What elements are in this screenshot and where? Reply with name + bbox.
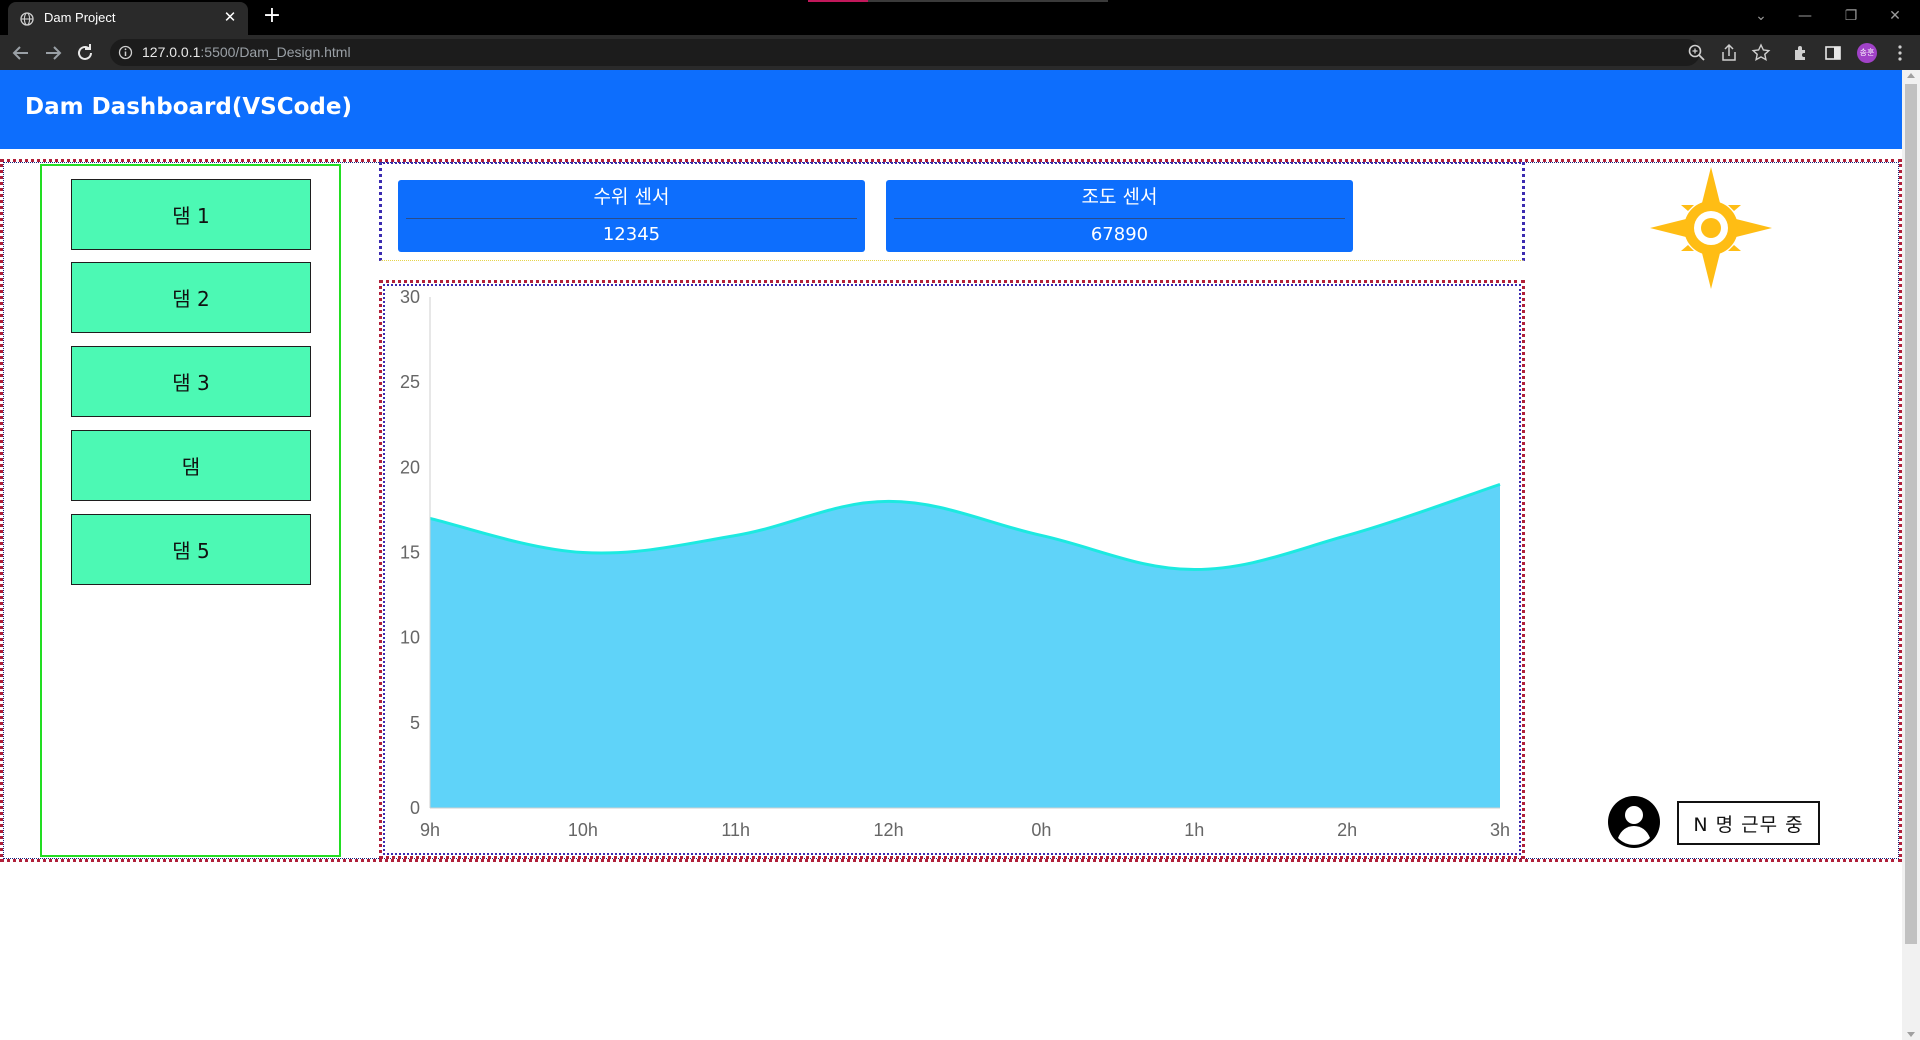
address-bar[interactable]: 127.0.0.1:5500/Dam_Design.html	[110, 39, 1700, 66]
extensions-icon[interactable]	[1791, 43, 1811, 63]
y-tick-label: 15	[400, 543, 420, 563]
on-duty-status: N 명 근무 중	[1677, 801, 1820, 845]
tab-search-icon[interactable]: ⌄	[1746, 4, 1776, 28]
y-tick-label: 5	[410, 713, 420, 733]
dam-button-2[interactable]: 댐 2	[71, 262, 311, 333]
reload-icon[interactable]	[73, 41, 97, 65]
site-info-icon[interactable]	[118, 45, 133, 60]
more-menu-icon[interactable]	[1890, 43, 1910, 63]
restore-icon[interactable]: ❐	[1836, 4, 1866, 28]
zoom-icon[interactable]	[1687, 43, 1707, 63]
scroll-up-icon[interactable]	[1907, 73, 1915, 78]
x-tick-label: 2h	[1337, 820, 1357, 840]
page-title: Dam Dashboard(VSCode)	[25, 94, 352, 120]
url-host: 127.0.0.1	[142, 44, 201, 60]
new-tab-button[interactable]: +	[260, 5, 284, 29]
tab-strip-accent	[808, 0, 1108, 2]
globe-icon	[20, 12, 34, 26]
dam-button-1[interactable]: 댐 1	[71, 179, 311, 250]
dam-button-5[interactable]: 댐 5	[71, 514, 311, 585]
dam-button-3[interactable]: 댐 3	[71, 346, 311, 417]
y-tick-label: 30	[400, 287, 420, 307]
y-tick-label: 10	[400, 628, 420, 648]
browser-toolbar: 127.0.0.1:5500/Dam_Design.html 송훈	[0, 35, 1920, 70]
window-close-icon[interactable]: ✕	[1880, 4, 1910, 28]
profile-avatar[interactable]: 송훈	[1857, 43, 1877, 63]
x-tick-label: 9h	[420, 820, 440, 840]
x-tick-label: 3h	[1490, 820, 1510, 840]
bookmark-star-icon[interactable]	[1751, 43, 1771, 63]
url-path: :5500/Dam_Design.html	[200, 44, 351, 60]
scroll-down-icon[interactable]	[1907, 1032, 1915, 1037]
tab-title: Dam Project	[44, 10, 116, 25]
sensor-divider	[406, 218, 857, 219]
sensor-label: 수위 센서	[593, 186, 670, 208]
user-avatar-icon	[1608, 796, 1660, 848]
water-level-area-chart: 0 5 10 15 20 25 30 9h 10h 11h 12h 0h 1h 2h 3h	[400, 287, 1510, 840]
side-panel-icon[interactable]	[1823, 43, 1843, 63]
sensor-value: 67890	[1090, 224, 1149, 245]
sensor-divider	[894, 218, 1345, 219]
browser-tab[interactable]: Dam Project ✕	[8, 2, 248, 35]
url-text: 127.0.0.1:5500/Dam_Design.html	[142, 44, 351, 60]
sun-icon	[1650, 167, 1772, 289]
y-tick-label: 20	[400, 457, 420, 477]
x-tick-label: 11h	[721, 820, 750, 840]
water-level-sensor-card: 수위 센서 12345	[398, 180, 865, 252]
page-scrollbar[interactable]	[1902, 70, 1920, 1040]
sensor-label: 조도 센서	[1081, 186, 1158, 208]
x-tick-label: 10h	[568, 820, 598, 840]
minimize-icon[interactable]: —	[1790, 4, 1820, 28]
x-tick-label: 12h	[874, 820, 904, 840]
forward-icon[interactable]	[41, 41, 65, 65]
share-icon[interactable]	[1719, 43, 1739, 63]
back-icon[interactable]	[9, 41, 33, 65]
series-area	[430, 484, 1500, 808]
illuminance-sensor-card: 조도 센서 67890	[886, 180, 1353, 252]
x-tick-label: 1h	[1184, 820, 1204, 840]
page-header: Dam Dashboard(VSCode)	[0, 70, 1902, 149]
x-tick-label: 0h	[1031, 820, 1051, 840]
tab-close-icon[interactable]: ✕	[220, 7, 240, 27]
y-tick-label: 0	[410, 798, 420, 818]
sensor-value: 12345	[602, 224, 661, 245]
y-tick-label: 25	[400, 372, 420, 392]
scrollbar-thumb[interactable]	[1905, 84, 1917, 944]
dam-button-4[interactable]: 댐	[71, 430, 311, 501]
browser-tab-strip: Dam Project ✕ + ⌄ — ❐ ✕	[0, 0, 1920, 35]
